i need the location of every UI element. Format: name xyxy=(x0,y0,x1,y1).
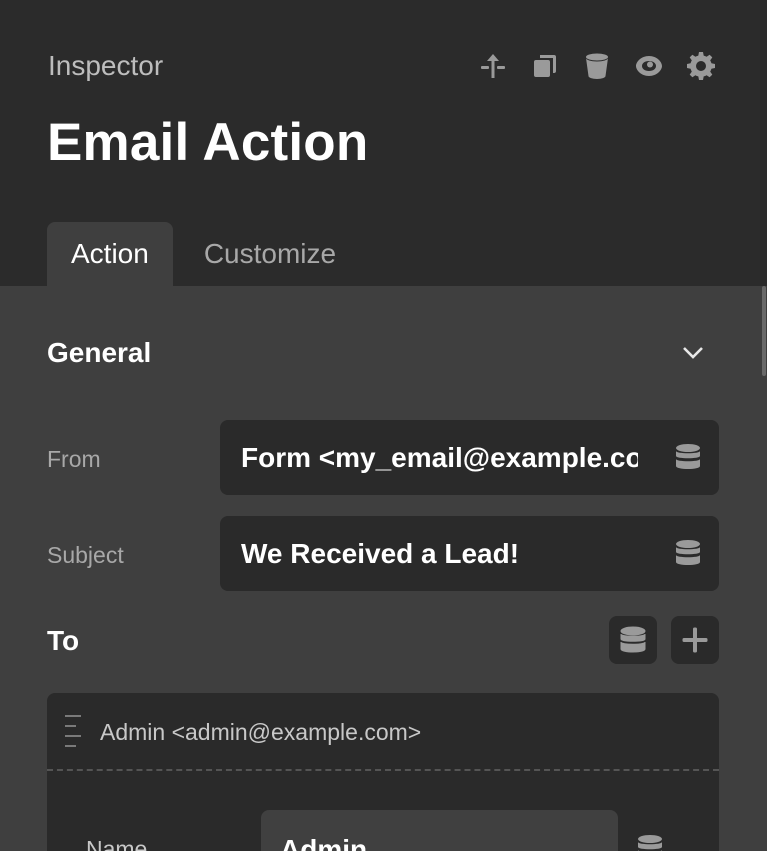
delete-bucket-icon[interactable] xyxy=(579,48,615,84)
drag-handle-icon[interactable] xyxy=(65,715,81,747)
chevron-down-icon[interactable] xyxy=(676,336,710,370)
add-recipient-button[interactable] xyxy=(671,616,719,664)
move-up-icon[interactable] xyxy=(475,48,511,84)
name-field[interactable]: Admin xyxy=(261,810,618,851)
from-field[interactable]: Form <my_email@example.com> xyxy=(220,420,719,495)
scrollbar[interactable] xyxy=(762,286,766,376)
subject-label: Subject xyxy=(47,542,124,568)
recipient-item: Admin <admin@example.com> Name Admin xyxy=(47,693,719,851)
section-title-general: General xyxy=(47,337,152,368)
to-dynamic-data-button[interactable] xyxy=(609,616,657,664)
name-label: Name xyxy=(86,836,148,851)
gear-icon[interactable] xyxy=(683,48,719,84)
dynamic-data-icon[interactable] xyxy=(635,833,665,851)
name-value: Admin xyxy=(280,834,368,851)
subject-field[interactable]: We Received a Lead! xyxy=(220,516,719,591)
from-value: Form <my_email@example.com> xyxy=(241,442,638,473)
inspector-header: Inspector Email Action Action Customize xyxy=(0,0,767,286)
to-label: To xyxy=(47,625,80,656)
inspector-label: Inspector xyxy=(48,50,164,81)
tab-action[interactable]: Action xyxy=(47,222,173,286)
from-label: From xyxy=(47,446,101,472)
tab-customize[interactable]: Customize xyxy=(173,222,360,286)
recipient-header[interactable]: Admin <admin@example.com> xyxy=(47,693,719,771)
page-title: Email Action xyxy=(47,113,369,172)
eye-icon[interactable] xyxy=(631,48,667,84)
inspector-toolbar xyxy=(459,48,719,84)
dynamic-data-icon[interactable] xyxy=(673,442,705,474)
subject-value: We Received a Lead! xyxy=(241,538,520,569)
plus-icon xyxy=(682,627,708,653)
dynamic-data-icon[interactable] xyxy=(673,538,705,570)
inspector-tabs: Action Customize xyxy=(47,222,360,286)
duplicate-icon[interactable] xyxy=(527,48,563,84)
database-icon xyxy=(620,626,646,653)
recipient-title: Admin <admin@example.com> xyxy=(100,719,422,745)
